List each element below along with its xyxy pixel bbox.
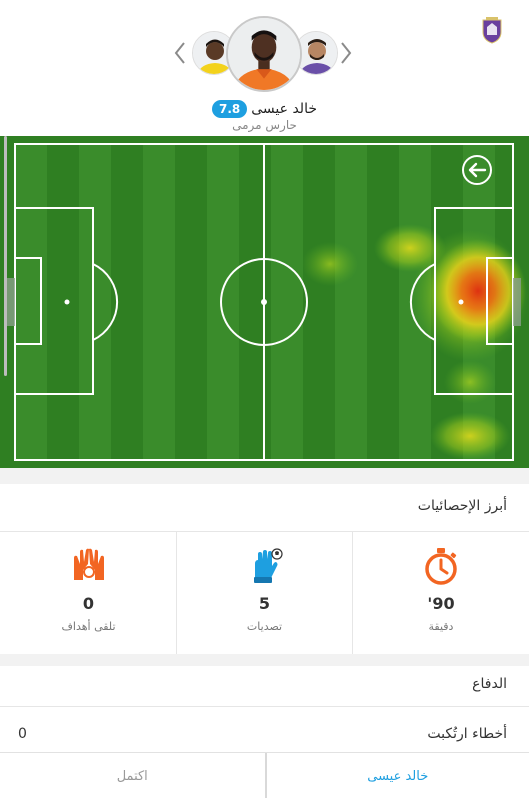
stat-saves-label: تصديات xyxy=(246,620,283,633)
section-gap xyxy=(0,468,529,484)
section-gap xyxy=(0,654,529,666)
tab-player[interactable]: خالد عيسى xyxy=(264,753,529,798)
chevron-left-icon[interactable] xyxy=(172,40,188,66)
stat-saves: 5 تصديات xyxy=(177,532,353,654)
bottom-tabs: اكتمل خالد عيسى xyxy=(0,752,529,798)
rating-badge: 7.8 xyxy=(212,100,248,118)
divider xyxy=(0,706,529,707)
arrow-left-icon[interactable] xyxy=(461,154,493,186)
player-position: حارس مرمى xyxy=(232,118,297,132)
fouls-committed-label: أخطاء ارتُكبت xyxy=(427,726,507,742)
player-header: 7.8 خالد عيسى حارس مرمى xyxy=(0,0,529,136)
goalkeeper-glove-icon xyxy=(253,548,283,583)
chevron-right-icon[interactable] xyxy=(338,40,354,66)
stat-conceded: 0 تلقى أهداف xyxy=(1,532,177,654)
player-name: خالد عيسى xyxy=(251,101,317,117)
conceded-goals-icon xyxy=(73,548,104,580)
fouls-committed-value: 0 xyxy=(18,726,27,742)
stat-conceded-value: 0 xyxy=(82,594,95,613)
stats-title: أبرز الإحصائيات xyxy=(417,498,507,514)
stat-minutes-label: دقيقة xyxy=(428,620,454,633)
player-name-line: 7.8 خالد عيسى xyxy=(0,98,529,118)
tab-lineup[interactable]: اكتمل xyxy=(0,753,265,798)
team-crest-icon[interactable] xyxy=(481,16,503,44)
stat-saves-value: 5 xyxy=(258,594,271,613)
heatmap-pitch xyxy=(0,136,529,468)
player-avatar xyxy=(226,16,302,92)
stopwatch-icon xyxy=(425,548,457,585)
side-scrollbar[interactable] xyxy=(4,136,7,376)
defense-title: الدفاع xyxy=(472,676,507,692)
stat-minutes: 90' دقيقة xyxy=(353,532,529,654)
stats-row: 90' دقيقة 5 تصديات 0 تلقى أهداف xyxy=(0,532,529,654)
stat-conceded-label: تلقى أهداف xyxy=(61,620,116,633)
stat-minutes-value: 90' xyxy=(427,594,455,613)
